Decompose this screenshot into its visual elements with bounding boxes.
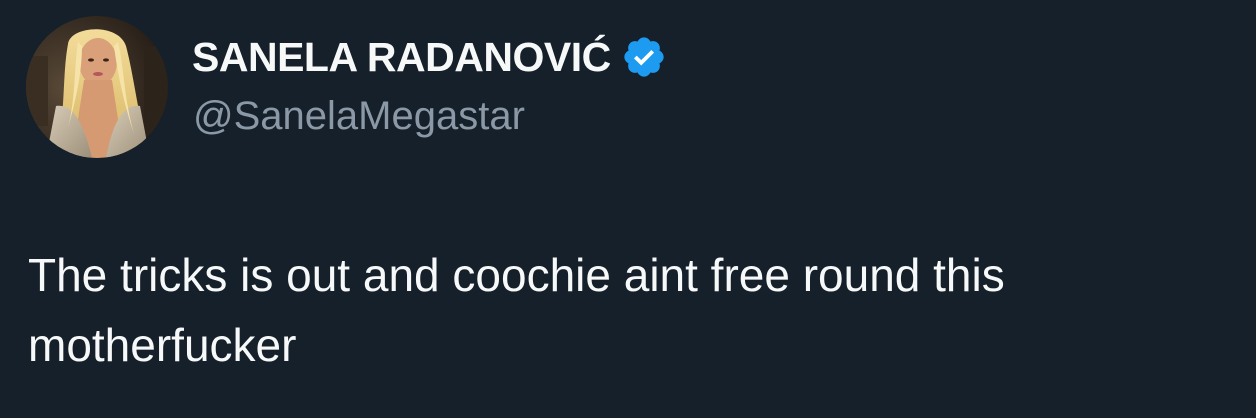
avatar[interactable]: [26, 16, 168, 158]
avatar-photo: [26, 16, 168, 158]
verified-badge-icon[interactable]: [621, 34, 667, 80]
author-display-name[interactable]: SANELA RADANOVIĆ: [192, 34, 611, 81]
author-name-row: SANELA RADANOVIĆ: [192, 32, 667, 82]
tweet-text: The tricks is out and coochie aint free …: [28, 249, 1005, 371]
author-handle[interactable]: @SanelaMegastar: [193, 94, 525, 139]
tweet-card: SANELA RADANOVIĆ @SanelaMegastar The tri…: [0, 0, 1256, 418]
